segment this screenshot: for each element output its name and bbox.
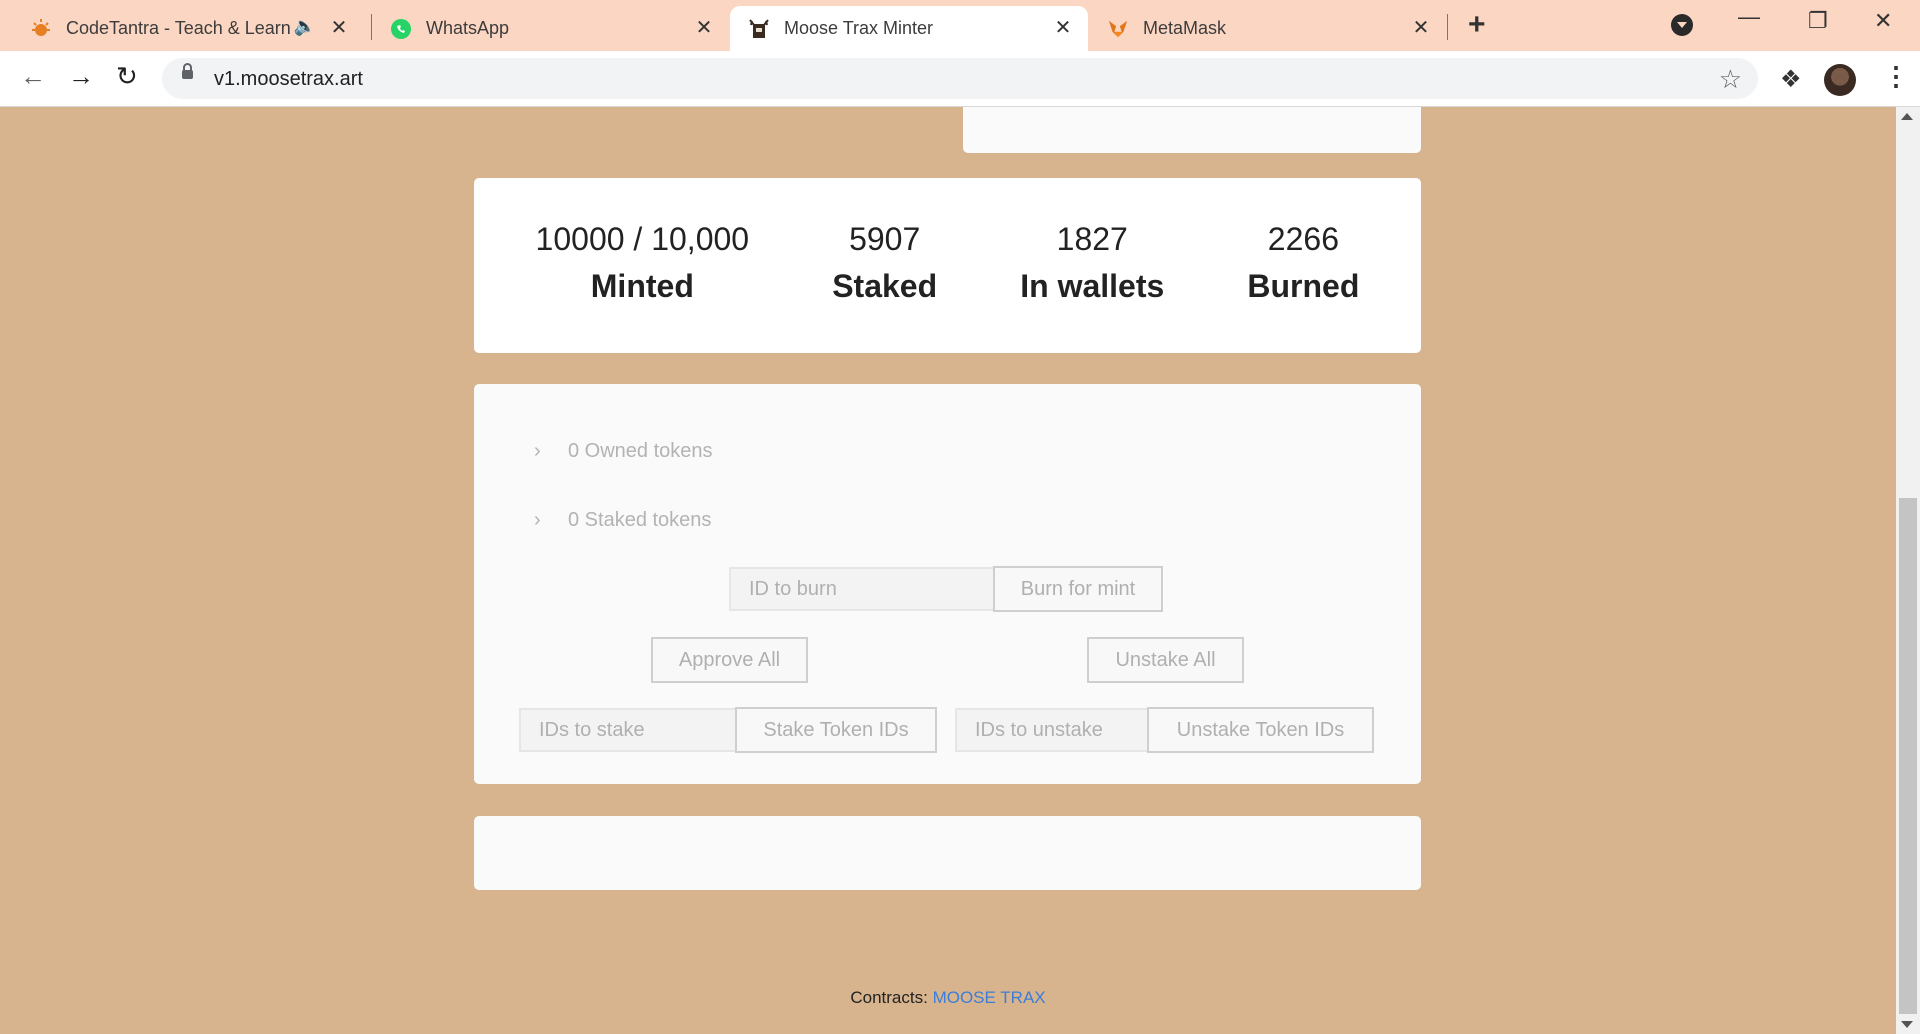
minimize-icon[interactable]: —	[1738, 4, 1760, 30]
staked-tokens-label: 0 Staked tokens	[568, 509, 712, 531]
unstake-all-button[interactable]: Unstake All	[1087, 637, 1244, 683]
stat-minted: 10000 / 10,000 Minted	[536, 219, 750, 313]
stat-staked: 5907 Staked	[832, 219, 937, 313]
token-actions-card: › 0 Owned tokens › 0 Staked tokens ID to…	[474, 384, 1421, 784]
stat-value: 5907	[849, 220, 921, 257]
page-viewport: 10000 / 10,000 Minted 5907 Staked 1827 I…	[0, 107, 1896, 1034]
lock-icon[interactable]	[182, 63, 193, 79]
url-text[interactable]: v1.moosetrax.art	[214, 68, 363, 91]
tab-title: MetaMask	[1143, 18, 1227, 38]
chevron-right-icon: ›	[534, 509, 541, 531]
unstake-ids-input[interactable]: IDs to unstake	[955, 708, 1149, 752]
approve-all-button[interactable]: Approve All	[651, 637, 808, 683]
page-scrollbar[interactable]	[1896, 107, 1920, 1034]
moose-icon	[748, 18, 770, 40]
tab-title: Moose Trax Minter	[784, 18, 934, 38]
stat-label: Burned	[1247, 267, 1360, 304]
tab-moose-trax-minter[interactable]: Moose Trax Minter ✕	[730, 6, 1088, 51]
stat-in-wallets: 1827 In wallets	[1020, 219, 1164, 313]
tab-title: CodeTantra - Teach & Learn /	[66, 18, 298, 38]
browser-toolbar: ← → ↻ v1.moosetrax.art ☆ ❖ ⋮	[0, 51, 1920, 107]
scroll-thumb[interactable]	[1899, 498, 1917, 1014]
stat-value: 10000 / 10,000	[535, 220, 750, 257]
stat-label: Staked	[832, 267, 938, 304]
scroll-up-icon[interactable]	[1901, 113, 1913, 120]
tab-search-icon[interactable]	[1671, 14, 1693, 36]
owned-tokens-label: 0 Owned tokens	[568, 440, 713, 462]
stat-burned: 2266 Burned	[1247, 219, 1359, 313]
bookmark-star-icon[interactable]: ☆	[1719, 64, 1742, 95]
scroll-down-icon[interactable]	[1901, 1021, 1913, 1028]
chevron-right-icon: ›	[534, 440, 541, 462]
fox-icon	[1107, 18, 1129, 40]
empty-card	[474, 816, 1421, 890]
extensions-icon[interactable]: ❖	[1780, 65, 1802, 94]
restore-icon[interactable]: ❐	[1808, 8, 1828, 34]
mint-card-partial	[963, 107, 1421, 153]
close-icon[interactable]: ✕	[1410, 17, 1432, 39]
stat-label: Minted	[590, 267, 694, 304]
tab-title: WhatsApp	[426, 18, 510, 38]
stat-label: In wallets	[1020, 267, 1165, 304]
avatar[interactable]	[1824, 64, 1856, 96]
unstake-token-ids-button[interactable]: Unstake Token IDs	[1147, 707, 1374, 753]
moose-trax-contract-link[interactable]: MOOSE TRAX	[933, 988, 1046, 1007]
tab-metamask[interactable]: MetaMask ✕	[1089, 6, 1446, 51]
close-window-icon[interactable]: ✕	[1874, 8, 1892, 34]
close-icon[interactable]: ✕	[1052, 17, 1074, 39]
close-icon[interactable]: ✕	[693, 17, 715, 39]
address-bar[interactable]: v1.moosetrax.art ☆	[162, 58, 1758, 99]
staked-tokens-toggle[interactable]: › 0 Staked tokens	[534, 509, 711, 532]
stat-value: 1827	[1056, 220, 1128, 257]
burn-for-mint-button[interactable]: Burn for mint	[993, 566, 1163, 612]
stake-token-ids-button[interactable]: Stake Token IDs	[735, 707, 937, 753]
stats-card: 10000 / 10,000 Minted 5907 Staked 1827 I…	[474, 178, 1421, 353]
menu-icon[interactable]: ⋮	[1883, 61, 1909, 92]
sun-icon	[30, 18, 52, 40]
stake-ids-input[interactable]: IDs to stake	[519, 708, 737, 752]
browser-tab-strip: CodeTantra - Teach & Learn / 🔈 ✕ WhatsAp…	[0, 0, 1920, 51]
forward-icon[interactable]: →	[68, 61, 94, 92]
whatsapp-icon	[390, 18, 412, 40]
back-icon[interactable]: ←	[20, 61, 46, 92]
reload-icon[interactable]: ↻	[116, 61, 138, 92]
tab-whatsapp[interactable]: WhatsApp ✕	[372, 6, 729, 51]
owned-tokens-toggle[interactable]: › 0 Owned tokens	[534, 440, 713, 463]
new-tab-button[interactable]: +	[1468, 10, 1486, 40]
stat-value: 2266	[1267, 220, 1339, 257]
tab-codetantra[interactable]: CodeTantra - Teach & Learn / 🔈 ✕	[12, 6, 364, 51]
contracts-label: Contracts:	[850, 988, 928, 1007]
speaker-icon[interactable]: 🔈	[294, 16, 316, 37]
burn-id-input[interactable]: ID to burn	[729, 567, 995, 611]
close-icon[interactable]: ✕	[328, 17, 350, 39]
footer: Contracts: MOOSE TRAX	[0, 988, 1896, 1008]
